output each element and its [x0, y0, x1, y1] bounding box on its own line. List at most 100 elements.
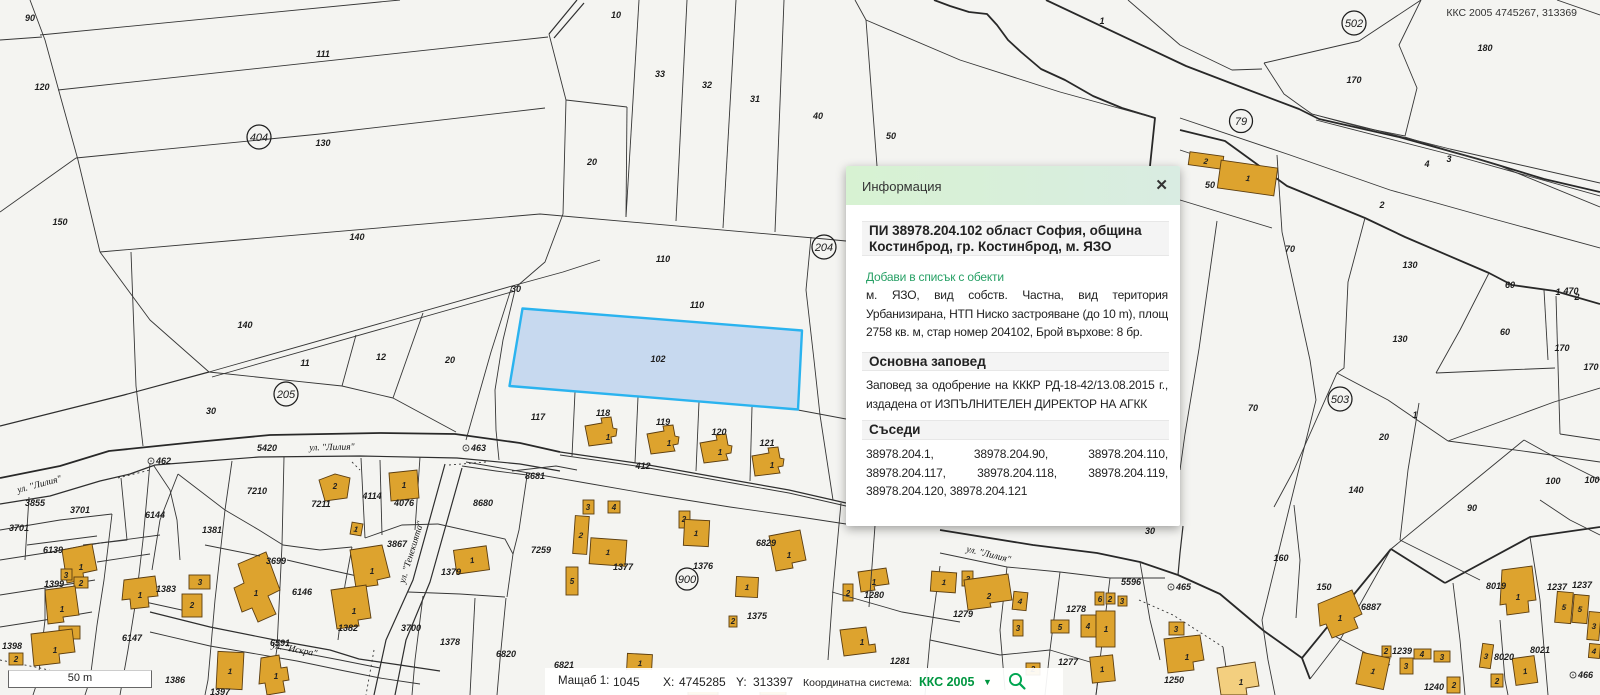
svg-text:31: 31: [750, 94, 760, 104]
svg-text:1: 1: [352, 607, 357, 616]
svg-text:1239: 1239: [1392, 646, 1412, 656]
svg-text:140: 140: [1348, 485, 1363, 495]
svg-text:2: 2: [189, 601, 195, 610]
svg-text:2: 2: [1494, 677, 1500, 686]
svg-text:130: 130: [315, 138, 330, 148]
svg-text:1: 1: [872, 578, 877, 587]
svg-text:1386: 1386: [165, 675, 186, 685]
svg-text:4: 4: [1085, 622, 1091, 631]
svg-text:50: 50: [886, 131, 896, 141]
svg-text:1: 1: [1412, 410, 1417, 420]
svg-text:1381: 1381: [202, 525, 222, 535]
svg-text:150: 150: [52, 217, 67, 227]
svg-text:4: 4: [1419, 650, 1425, 659]
svg-text:30: 30: [1145, 526, 1155, 536]
svg-text:5420: 5420: [257, 443, 277, 453]
svg-text:466: 466: [1577, 670, 1594, 680]
svg-text:7211: 7211: [311, 499, 330, 509]
svg-text:1: 1: [254, 589, 259, 598]
svg-text:2: 2: [332, 482, 338, 491]
svg-text:120: 120: [711, 427, 726, 437]
svg-text:2: 2: [1378, 200, 1384, 210]
svg-text:1398: 1398: [2, 641, 22, 651]
svg-text:170: 170: [1583, 362, 1598, 372]
svg-text:3: 3: [1174, 625, 1179, 634]
svg-text:3: 3: [1016, 624, 1021, 633]
svg-text:1: 1: [138, 591, 143, 600]
svg-text:2: 2: [13, 655, 19, 664]
svg-text:60: 60: [1500, 327, 1510, 337]
svg-text:10: 10: [611, 10, 621, 20]
svg-text:1399: 1399: [44, 579, 64, 589]
svg-text:502: 502: [1345, 18, 1363, 30]
svg-text:90: 90: [25, 13, 35, 23]
svg-text:1: 1: [402, 481, 407, 490]
svg-text:1: 1: [1185, 653, 1190, 662]
svg-text:1279: 1279: [953, 609, 973, 619]
svg-text:140: 140: [349, 232, 364, 242]
svg-text:1375: 1375: [747, 611, 768, 621]
svg-text:900: 900: [678, 574, 697, 586]
svg-text:6144: 6144: [145, 510, 165, 520]
svg-text:120: 120: [34, 82, 49, 92]
svg-text:110: 110: [690, 300, 704, 310]
svg-text:60: 60: [1505, 280, 1515, 290]
svg-text:3: 3: [198, 578, 203, 587]
svg-text:1378: 1378: [440, 637, 460, 647]
svg-text:2: 2: [730, 617, 736, 626]
svg-text:8680: 8680: [473, 498, 493, 508]
svg-text:1377: 1377: [613, 562, 634, 572]
svg-text:3: 3: [1440, 653, 1445, 662]
svg-text:118: 118: [596, 408, 610, 418]
svg-text:1: 1: [274, 672, 279, 681]
svg-text:1240: 1240: [1424, 682, 1444, 692]
svg-text:170: 170: [1346, 75, 1361, 85]
svg-text:110: 110: [656, 254, 670, 264]
svg-text:2: 2: [1107, 595, 1113, 604]
svg-text:1: 1: [787, 551, 792, 560]
svg-text:6139: 6139: [43, 545, 63, 555]
svg-text:70: 70: [1248, 403, 1258, 413]
svg-text:462: 462: [155, 456, 171, 466]
svg-text:5: 5: [1058, 623, 1063, 632]
svg-text:100: 100: [1584, 475, 1599, 485]
svg-text:3: 3: [64, 571, 69, 580]
svg-text:1: 1: [1099, 16, 1104, 26]
svg-text:1: 1: [606, 433, 611, 442]
svg-text:6146: 6146: [292, 587, 313, 597]
svg-text:3867: 3867: [387, 539, 408, 549]
svg-text:412: 412: [634, 461, 650, 471]
svg-text:3: 3: [1120, 597, 1125, 606]
svg-text:1: 1: [1239, 678, 1244, 687]
svg-text:1237: 1237: [1572, 580, 1593, 590]
svg-text:121: 121: [759, 438, 774, 448]
svg-text:3: 3: [1404, 662, 1409, 671]
svg-text:1: 1: [667, 439, 672, 448]
svg-text:1376: 1376: [693, 561, 714, 571]
svg-text:1383: 1383: [156, 584, 176, 594]
svg-text:90: 90: [1467, 503, 1477, 513]
svg-text:1: 1: [79, 563, 84, 572]
svg-text:8681: 8681: [525, 471, 545, 481]
svg-text:1382: 1382: [338, 623, 358, 633]
svg-text:8021: 8021: [1530, 645, 1550, 655]
svg-text:465: 465: [1175, 582, 1192, 592]
svg-text:5: 5: [570, 577, 575, 586]
svg-text:463: 463: [470, 443, 486, 453]
svg-text:20: 20: [586, 157, 597, 167]
svg-text:7259: 7259: [531, 545, 551, 555]
svg-text:33: 33: [655, 69, 665, 79]
svg-text:6829: 6829: [756, 538, 776, 548]
svg-text:205: 205: [276, 389, 296, 401]
svg-text:1: 1: [860, 638, 865, 647]
svg-text:11: 11: [300, 358, 309, 368]
svg-text:1397: 1397: [210, 687, 231, 695]
svg-text:2: 2: [986, 592, 992, 601]
svg-text:150: 150: [1316, 582, 1331, 592]
svg-text:2: 2: [1383, 647, 1389, 656]
svg-text:6: 6: [1098, 595, 1103, 604]
svg-text:140: 140: [237, 320, 252, 330]
svg-text:3700: 3700: [401, 623, 421, 633]
svg-text:2: 2: [1573, 292, 1579, 302]
svg-text:3701: 3701: [9, 523, 29, 533]
